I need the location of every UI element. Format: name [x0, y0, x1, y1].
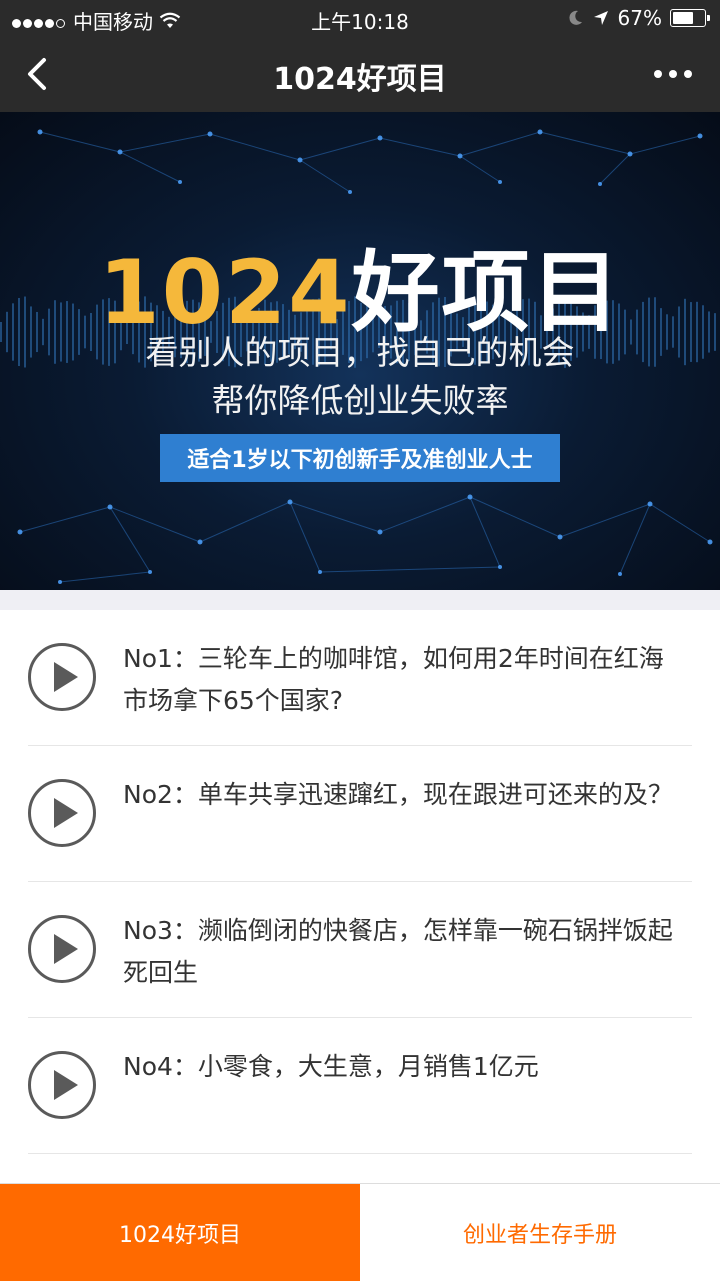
tab-1024-projects[interactable]: 1024好项目 — [0, 1184, 360, 1281]
list-item[interactable]: No1：三轮车上的咖啡馆，如何用2年时间在红海市场拿下65个国家? — [28, 610, 692, 746]
list-item-title[interactable]: No1：三轮车上的咖啡馆，如何用2年时间在红海市场拿下65个国家? — [123, 638, 682, 722]
list-item[interactable]: No3：濒临倒闭的快餐店，怎样靠一碗石锅拌饭起死回生 — [28, 882, 692, 1018]
play-icon[interactable] — [28, 915, 96, 983]
list-item-title[interactable]: No3：濒临倒闭的快餐店，怎样靠一碗石锅拌饭起死回生 — [123, 910, 682, 994]
list-item[interactable]: No4：小零食，大生意，月销售1亿元 — [28, 1018, 692, 1154]
page-title: 1024好项目 — [273, 62, 447, 97]
status-right: 67% — [566, 6, 710, 30]
play-icon[interactable] — [28, 1051, 96, 1119]
nav-bar: 1024好项目 — [0, 36, 720, 112]
banner-subtitle-2: 帮你降低创业失败率 — [211, 381, 509, 420]
banner-badge: 适合1岁以下初创新手及准创业人士 — [160, 434, 560, 482]
moon-icon — [568, 10, 582, 25]
section-divider — [0, 590, 720, 610]
status-bar: 中国移动 上午10:18 67% — [0, 0, 720, 36]
banner-subtitle-1: 看别人的项目，找自己的机会 — [145, 333, 575, 372]
battery-icon — [670, 9, 710, 27]
battery-fill — [673, 12, 694, 24]
play-icon[interactable] — [28, 779, 96, 847]
play-icon[interactable] — [28, 643, 96, 711]
tab-survival-handbook[interactable]: 创业者生存手册 — [360, 1184, 720, 1281]
location-arrow-icon — [593, 11, 608, 25]
list-item[interactable]: No2：单车共享迅速蹿红，现在跟进可还来的及？ — [28, 746, 692, 882]
list-item-title[interactable]: No4：小零食，大生意，月销售1亿元 — [123, 1046, 682, 1088]
more-dots-icon[interactable] — [654, 64, 694, 84]
hero-banner: 1024好项目 看别人的项目，找自己的机会 帮你降低创业失败率 适合1岁以下初创… — [0, 112, 720, 590]
battery-percent: 67% — [617, 6, 662, 30]
project-list: No1：三轮车上的咖啡馆，如何用2年时间在红海市场拿下65个国家? No2：单车… — [0, 610, 720, 1154]
bottom-tab-bar: 1024好项目 创业者生存手册 — [0, 1183, 720, 1281]
list-item-title[interactable]: No2：单车共享迅速蹿红，现在跟进可还来的及？ — [123, 774, 682, 816]
